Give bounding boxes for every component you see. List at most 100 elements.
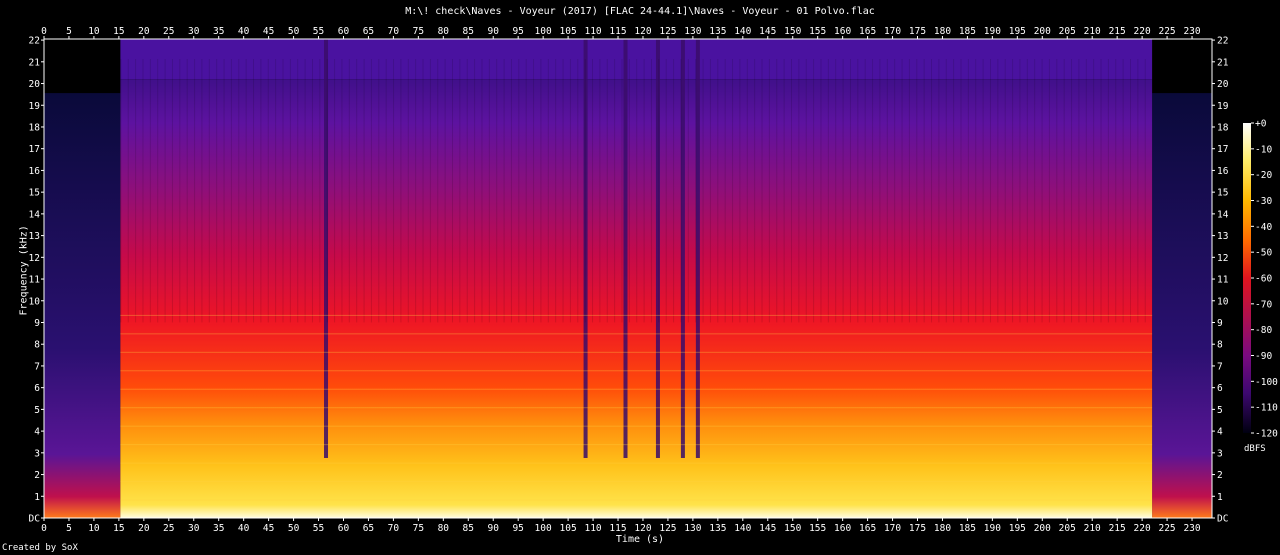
y-tick-label-left-20: 20 [29,79,41,90]
x-tick-label-bottom-155: 155 [809,523,826,534]
y-tick-label-left-9: 9 [34,318,40,329]
texture-line-34 [1137,59,1139,323]
y-tick-label-left-22: 22 [29,36,40,47]
texture-line-17 [628,59,630,323]
texture-line-98 [1048,59,1050,323]
x-tick-label-top-40: 40 [238,26,250,37]
texture-line-3 [938,59,940,323]
texture-line-95 [230,59,232,323]
texture-line-56 [945,59,947,323]
texture-line-33 [864,59,866,323]
texture-line-139 [879,59,881,323]
x-tick-label-top-130: 130 [684,26,701,37]
texture-line-129 [216,59,218,323]
y-tick-label-right-15: 15 [1217,188,1228,199]
x-tick-label-top-85: 85 [463,26,474,37]
x-tick-label-top-180: 180 [934,26,951,37]
x-tick-label-top-185: 185 [959,26,976,37]
x-tick-label-bottom-225: 225 [1158,523,1175,534]
colorbar-tick-label-10: -100 [1255,377,1278,388]
x-tick-label-bottom-150: 150 [784,523,801,534]
texture-line-71 [908,59,910,323]
texture-line-5 [451,59,453,323]
x-tick-label-bottom-185: 185 [959,523,976,534]
x-tick-label-bottom-35: 35 [213,523,224,534]
texture-line-30 [1078,59,1080,323]
y-tick-label-right-9: 9 [1217,318,1223,329]
x-tick-label-bottom-5: 5 [66,523,72,534]
texture-line-9 [510,59,512,323]
texture-line-117 [1071,59,1073,323]
colorbar-tick-label-4: -40 [1255,222,1272,233]
y-tick-label-left-5: 5 [34,405,40,416]
texture-line-59 [732,59,734,323]
texture-line-11 [1056,59,1058,323]
y-tick-label-left-10: 10 [29,296,41,307]
x-tick-label-top-170: 170 [884,26,901,37]
texture-line-48 [827,59,829,323]
texture-line-32 [592,59,594,323]
colorbar-tick-label-12: -120 [1255,429,1278,440]
y-tick-label-right-17: 17 [1217,144,1228,155]
texture-line-121 [1129,59,1131,323]
texture-line-53 [127,59,129,323]
texture-line-132 [1034,59,1036,323]
texture-line-84 [326,59,328,323]
x-tick-label-bottom-160: 160 [834,523,851,534]
x-tick-label-bottom-110: 110 [584,523,601,534]
harmonic-band-2 [120,481,1153,483]
texture-line-54 [400,59,402,323]
colorbar-tick-label-9: -90 [1255,351,1272,362]
y-tick-label-left-3: 3 [34,448,40,459]
colorbar-tick-label-2: -20 [1255,170,1272,181]
texture-line-101 [835,59,837,323]
x-tick-label-bottom-140: 140 [734,523,751,534]
texture-line-20 [415,59,417,323]
texture-line-2 [665,59,667,323]
texture-line-6 [724,59,726,323]
texture-line-122 [370,59,372,323]
texture-line-111 [466,59,468,323]
texture-line-86 [872,59,874,323]
texture-line-40 [709,59,711,323]
texture-line-120 [857,59,859,323]
texture-line-31 [319,59,321,323]
harmonic-band-9 [120,351,1153,353]
y-tick-label-right-18: 18 [1217,122,1229,133]
y-tick-label-left-1: 1 [34,492,40,503]
x-tick-label-bottom-120: 120 [634,523,651,534]
texture-line-77 [481,59,483,323]
texture-line-42 [223,59,225,323]
harmonic-band-1 [120,499,1153,501]
x-tick-label-bottom-135: 135 [709,523,726,534]
y-tick-label-left-4: 4 [34,427,40,438]
texture-line-110 [194,59,196,323]
y-tick-label-left-12: 12 [29,253,40,264]
texture-line-21 [687,59,689,323]
x-tick-label-top-75: 75 [413,26,424,37]
texture-line-8 [238,59,240,323]
texture-line-67 [849,59,851,323]
x-tick-label-top-50: 50 [288,26,300,37]
colorbar-tick-label-1: -10 [1255,144,1272,155]
y-tick-label-left-21: 21 [29,57,41,68]
y-tick-label-left-15: 15 [29,188,40,199]
spectrogram-dip-3 [655,39,660,458]
y-tick-label-left-7: 7 [34,361,40,372]
texture-line-25 [746,59,748,323]
x-tick-label-bottom-60: 60 [338,523,350,534]
texture-line-65 [304,59,306,323]
texture-line-66 [577,59,579,323]
texture-line-127 [702,59,704,323]
texture-line-91 [171,59,173,323]
y-tick-label-right-12: 12 [1217,253,1228,264]
x-tick-label-top-5: 5 [66,26,72,37]
texture-line-41 [982,59,984,323]
x-tick-label-top-20: 20 [138,26,150,37]
x-tick-label-bottom-95: 95 [512,523,523,534]
texture-line-135 [820,59,822,323]
x-tick-label-bottom-65: 65 [363,523,374,534]
colorbar-tick-label-8: -80 [1255,325,1272,336]
y-tick-label-right-13: 13 [1217,231,1228,242]
y-tick-label-left-19: 19 [29,101,41,112]
